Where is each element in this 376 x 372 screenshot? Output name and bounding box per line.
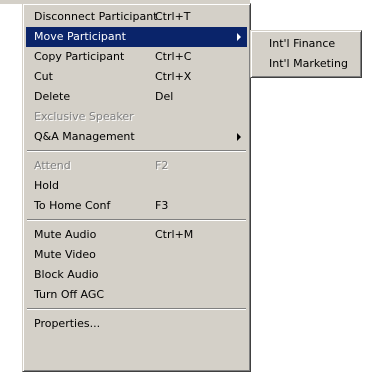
participant-context-menu: Disconnect Participant Ctrl+T Move Parti…: [22, 3, 251, 372]
menu-item-disconnect-participant[interactable]: Disconnect Participant Ctrl+T: [26, 7, 247, 27]
menu-separator: [26, 305, 247, 314]
menu-item-label: Properties...: [34, 317, 101, 330]
menu-item-label: Cut: [34, 70, 53, 83]
menu-item-shortcut: Del: [155, 90, 174, 103]
menu-item-shortcut: Ctrl+C: [155, 50, 192, 63]
menu-item-delete[interactable]: Delete Del: [26, 87, 247, 107]
menu-item-label: Q&A Management: [34, 130, 135, 143]
submenu-item-label: Int'l Finance: [269, 37, 336, 50]
menu-item-label: Copy Participant: [34, 50, 125, 63]
screen: Disconnect Participant Ctrl+T Move Parti…: [0, 0, 376, 372]
menu-item-properties[interactable]: Properties...: [26, 314, 247, 334]
menu-item-shortcut: Ctrl+T: [155, 10, 191, 23]
menu-item-block-audio[interactable]: Block Audio: [26, 265, 247, 285]
submenu-arrow-icon: [237, 133, 241, 141]
menu-separator: [26, 216, 247, 225]
menu-item-cut[interactable]: Cut Ctrl+X: [26, 67, 247, 87]
menu-separator: [26, 147, 247, 156]
menu-item-move-participant[interactable]: Move Participant: [26, 27, 247, 47]
submenu-item-intl-finance[interactable]: Int'l Finance: [254, 34, 358, 54]
menu-item-label: Disconnect Participant: [34, 10, 158, 23]
menu-item-mute-audio[interactable]: Mute Audio Ctrl+M: [26, 225, 247, 245]
menu-item-label: To Home Conf: [34, 199, 111, 212]
menu-item-label: Turn Off AGC: [34, 288, 105, 301]
menu-item-label: Mute Video: [34, 248, 96, 261]
menu-item-shortcut: F2: [155, 159, 169, 172]
menu-item-shortcut: Ctrl+X: [155, 70, 192, 83]
submenu-item-intl-marketing[interactable]: Int'l Marketing: [254, 54, 358, 74]
menu-item-label: Move Participant: [34, 30, 126, 43]
menu-item-label: Delete: [34, 90, 71, 103]
menu-item-label: Hold: [34, 179, 60, 192]
menu-item-attend: Attend F2: [26, 156, 247, 176]
menu-item-exclusive-speaker: Exclusive Speaker: [26, 107, 247, 127]
menu-item-qa-management[interactable]: Q&A Management: [26, 127, 247, 147]
menu-item-copy-participant[interactable]: Copy Participant Ctrl+C: [26, 47, 247, 67]
menu-item-turn-off-agc[interactable]: Turn Off AGC: [26, 285, 247, 305]
move-participant-submenu: Int'l Finance Int'l Marketing: [250, 30, 362, 78]
menu-item-mute-video[interactable]: Mute Video: [26, 245, 247, 265]
submenu-arrow-icon: [237, 33, 241, 41]
menu-item-label: Attend: [34, 159, 71, 172]
menu-item-shortcut: Ctrl+M: [155, 228, 194, 241]
menu-item-label: Exclusive Speaker: [34, 110, 134, 123]
menu-item-label: Mute Audio: [34, 228, 97, 241]
submenu-item-label: Int'l Marketing: [269, 57, 348, 70]
menu-item-shortcut: F3: [155, 199, 169, 212]
menu-item-label: Block Audio: [34, 268, 99, 281]
menu-item-hold[interactable]: Hold: [26, 176, 247, 196]
menu-item-to-home-conf[interactable]: To Home Conf F3: [26, 196, 247, 216]
